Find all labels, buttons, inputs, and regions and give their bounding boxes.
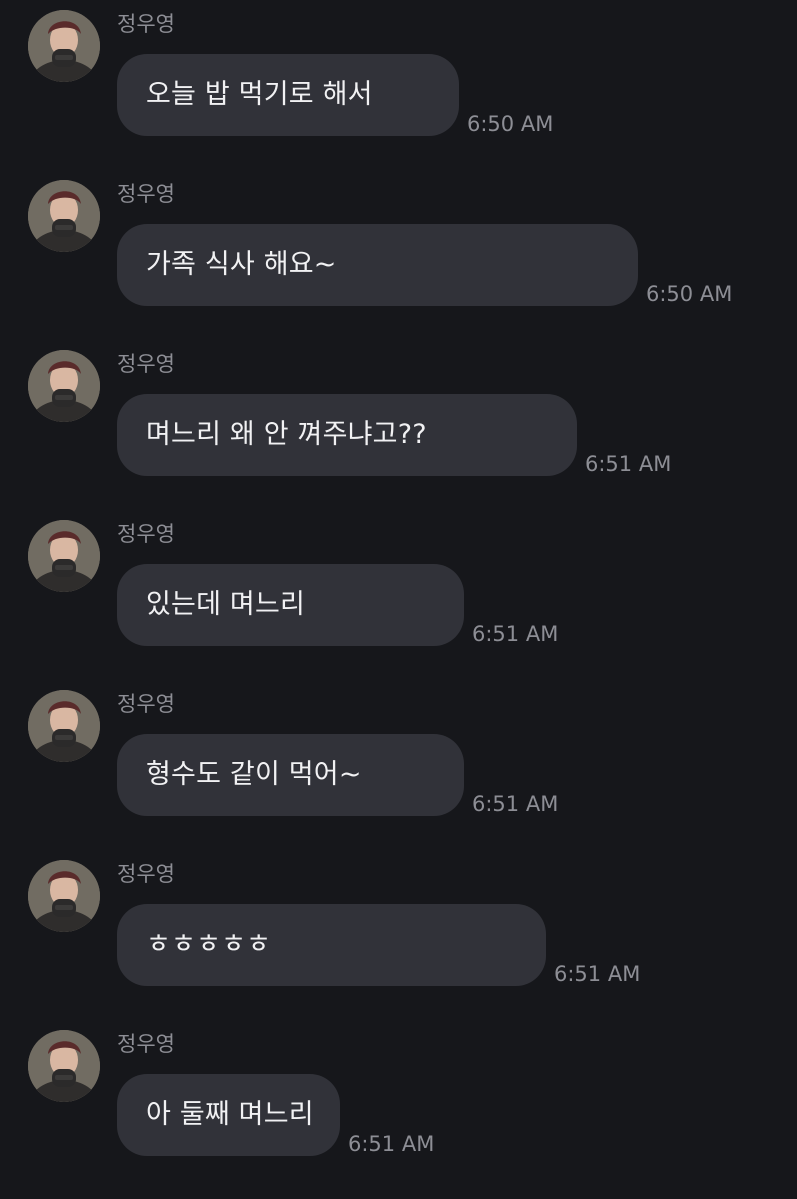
profile-photo-icon [28,520,100,592]
message-time: 6:51 AM [472,792,559,816]
sender-name: 정우영 [117,352,175,376]
profile-photo-icon [28,860,100,932]
chat-message-list: 정우영 오늘 밥 먹기로 해서 6:50 AM 정우영 가족 식사 해요~ 6:… [0,0,797,1199]
sender-name: 정우영 [117,522,175,546]
profile-photo-icon [28,690,100,762]
message-time: 6:50 AM [646,282,733,306]
sender-name: 정우영 [117,12,175,36]
message-text: 오늘 밥 먹기로 해서 [146,79,373,110]
sender-avatar[interactable] [28,690,100,762]
message-time: 6:51 AM [472,622,559,646]
message-bubble[interactable]: 아 둘째 며느리 [117,1074,340,1156]
message-bubble[interactable]: 며느리 왜 안 껴주냐고?? [117,394,577,476]
message-item: 정우영 오늘 밥 먹기로 해서 6:50 AM [0,0,797,160]
sender-avatar[interactable] [28,1030,100,1102]
profile-photo-icon [28,350,100,422]
message-item: 정우영 가족 식사 해요~ 6:50 AM [0,170,797,330]
profile-photo-icon [28,1030,100,1102]
message-bubble[interactable]: 형수도 같이 먹어~ [117,734,464,816]
message-text: 며느리 왜 안 껴주냐고?? [146,419,427,450]
sender-avatar[interactable] [28,520,100,592]
message-bubble[interactable]: 있는데 며느리 [117,564,464,646]
message-text: 형수도 같이 먹어~ [146,759,362,790]
message-item: 정우영 ㅎㅎㅎㅎㅎ 6:51 AM [0,850,797,1010]
message-text: 있는데 며느리 [146,589,306,620]
profile-photo-icon [28,10,100,82]
sender-avatar[interactable] [28,860,100,932]
sender-name: 정우영 [117,1032,175,1056]
message-time: 6:51 AM [348,1132,435,1156]
message-text: 가족 식사 해요~ [146,249,337,280]
sender-name: 정우영 [117,182,175,206]
message-item: 정우영 있는데 며느리 6:51 AM [0,510,797,670]
message-text: 아 둘째 며느리 [146,1099,314,1130]
message-time: 6:50 AM [467,112,554,136]
message-bubble[interactable]: 오늘 밥 먹기로 해서 [117,54,459,136]
sender-avatar[interactable] [28,180,100,252]
message-item: 정우영 아 둘째 며느리 6:51 AM [0,1020,797,1180]
sender-avatar[interactable] [28,10,100,82]
sender-name: 정우영 [117,862,175,886]
message-item: 정우영 며느리 왜 안 껴주냐고?? 6:51 AM [0,340,797,500]
message-bubble[interactable]: 가족 식사 해요~ [117,224,638,306]
message-time: 6:51 AM [585,452,672,476]
profile-photo-icon [28,180,100,252]
sender-name: 정우영 [117,692,175,716]
sender-avatar[interactable] [28,350,100,422]
message-time: 6:51 AM [554,962,641,986]
message-text: ㅎㅎㅎㅎㅎ [146,929,272,960]
message-bubble[interactable]: ㅎㅎㅎㅎㅎ [117,904,546,986]
message-item: 정우영 형수도 같이 먹어~ 6:51 AM [0,680,797,840]
